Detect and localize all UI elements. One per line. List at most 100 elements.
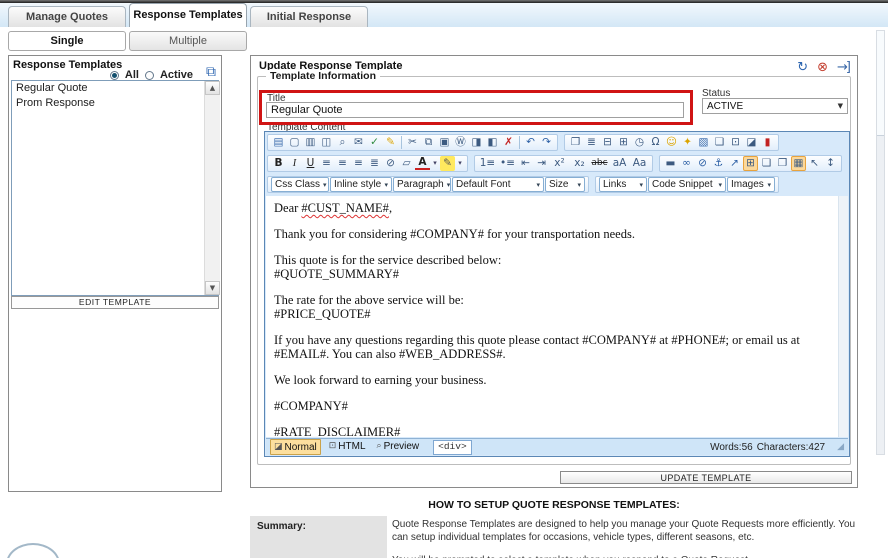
numbered-list-icon[interactable]: 1≡: [478, 156, 497, 171]
undo-icon[interactable]: ↶: [523, 135, 538, 150]
radio-active[interactable]: [144, 70, 154, 80]
editor-content[interactable]: Dear #CUST_NAME#, Thank you for consider…: [266, 196, 848, 437]
bullet-list-icon[interactable]: •≡: [498, 156, 517, 171]
separator[interactable]: [519, 136, 520, 149]
page-break-icon[interactable]: ⊟: [600, 135, 615, 150]
delete-template-icon[interactable]: ⊗: [817, 60, 828, 75]
bold-icon[interactable]: B: [271, 156, 286, 171]
eraser-icon[interactable]: ▱: [399, 156, 414, 171]
uppercase-icon[interactable]: aA: [610, 156, 629, 171]
anchor-icon[interactable]: ⚓: [711, 156, 726, 171]
update-template-button[interactable]: UPDATE TEMPLATE: [560, 471, 852, 484]
print-icon[interactable]: ▥: [303, 135, 318, 150]
lowercase-icon[interactable]: Aa: [630, 156, 649, 171]
align-center-icon[interactable]: ≡: [335, 156, 350, 171]
page-scrollbar-thumb[interactable]: [877, 31, 884, 136]
special-character-icon[interactable]: Ω: [648, 135, 663, 150]
title-input[interactable]: [266, 102, 684, 118]
find-icon[interactable]: ⌕: [335, 135, 350, 150]
remove-format-icon[interactable]: ⊘: [383, 156, 398, 171]
strikethrough-icon[interactable]: abc: [590, 156, 609, 171]
list-item[interactable]: Regular Quote: [12, 81, 218, 96]
scroll-down-icon[interactable]: ▼: [205, 281, 220, 295]
mode-html[interactable]: ⊡ HTML: [326, 439, 369, 453]
template-listbox[interactable]: Regular Quote Prom Response: [11, 80, 219, 296]
font-select[interactable]: Default Font ▾: [452, 177, 544, 192]
layer-icon[interactable]: ❏: [759, 156, 774, 171]
tab-response-templates[interactable]: Response Templates: [129, 3, 247, 27]
select-area-icon[interactable]: ▧: [696, 135, 711, 150]
italic-icon[interactable]: I: [287, 156, 302, 171]
refresh-icon[interactable]: ↻: [797, 60, 808, 75]
emoticon-icon[interactable]: ☺: [664, 135, 679, 150]
insert-template-icon[interactable]: ≣: [584, 135, 599, 150]
code-snippet-select[interactable]: Code Snippet ▾: [648, 177, 726, 192]
paste-text-icon[interactable]: ◧: [485, 135, 500, 150]
duplicate-template-icon[interactable]: ⧉: [206, 64, 216, 80]
insert-table-icon[interactable]: ⊞: [743, 156, 758, 171]
insert-image-icon[interactable]: ⊡: [728, 135, 743, 150]
delete-icon[interactable]: ✗: [501, 135, 516, 150]
stamp-icon[interactable]: ✦: [680, 135, 695, 150]
element-path-tag[interactable]: <div>: [433, 439, 472, 455]
new-document-icon[interactable]: ▢: [287, 135, 302, 150]
inline-style-select[interactable]: Inline style ▾: [330, 177, 392, 192]
mode-preview[interactable]: ⌕ Preview: [374, 439, 423, 453]
print-preview-icon[interactable]: ◫: [319, 135, 334, 150]
show-borders-icon[interactable]: ▦: [791, 156, 806, 171]
subtab-multiple[interactable]: Multiple: [129, 31, 247, 51]
insert-field-icon[interactable]: ⊞: [616, 135, 631, 150]
resize-grip-icon[interactable]: ◢: [837, 442, 844, 452]
style-brush-icon[interactable]: ✎: [383, 135, 398, 150]
radio-all[interactable]: [109, 70, 119, 80]
font-color-dropdown-icon[interactable]: ▾: [431, 156, 439, 171]
css-class-select[interactable]: Css Class ▾: [271, 177, 329, 192]
images-select[interactable]: Images ▾: [727, 177, 775, 192]
save-icon[interactable]: ▤: [271, 135, 286, 150]
highlight-icon[interactable]: ✎: [440, 156, 455, 171]
spellcheck-icon[interactable]: ✓: [367, 135, 382, 150]
unlink-icon[interactable]: ⊘: [695, 156, 710, 171]
paragraph-select[interactable]: Paragraph ▾: [393, 177, 451, 192]
select-cursor-icon[interactable]: ↖: [807, 156, 822, 171]
copy-icon[interactable]: ⧉: [421, 135, 436, 150]
redo-icon[interactable]: ↷: [539, 135, 554, 150]
insert-link-icon[interactable]: ↗: [727, 156, 742, 171]
listbox-scrollbar[interactable]: ▲ ▼: [204, 81, 220, 295]
tab-manage-quotes[interactable]: Manage Quotes: [8, 6, 126, 27]
indent-icon[interactable]: ⇥: [534, 156, 549, 171]
subscript-icon[interactable]: x₂: [570, 156, 589, 171]
status-select[interactable]: ACTIVE ▼: [702, 98, 848, 114]
tab-initial-response[interactable]: Initial Response: [250, 6, 368, 27]
highlight-dropdown-icon[interactable]: ▾: [456, 156, 464, 171]
horizontal-rule-icon[interactable]: ▬: [663, 156, 678, 171]
align-right-icon[interactable]: ≡: [351, 156, 366, 171]
paste-icon[interactable]: ▣: [437, 135, 452, 150]
content-scrollbar[interactable]: [838, 196, 848, 437]
pdf-icon[interactable]: ▮: [760, 135, 775, 150]
size-select[interactable]: Size ▾: [545, 177, 585, 192]
insert-document-icon[interactable]: ❐: [568, 135, 583, 150]
paste-html-icon[interactable]: ◨: [469, 135, 484, 150]
align-justify-icon[interactable]: ≣: [367, 156, 382, 171]
edit-template-button[interactable]: EDIT TEMPLATE: [11, 296, 219, 309]
mode-normal[interactable]: ◪ Normal: [270, 439, 321, 455]
edit-image-icon[interactable]: ◪: [744, 135, 759, 150]
insert-time-icon[interactable]: ◷: [632, 135, 647, 150]
align-left-icon[interactable]: ≡: [319, 156, 334, 171]
new-window-icon[interactable]: ❏: [712, 135, 727, 150]
separator[interactable]: [401, 136, 402, 149]
mail-icon[interactable]: ✉: [351, 135, 366, 150]
superscript-icon[interactable]: x²: [550, 156, 569, 171]
underline-icon[interactable]: U: [303, 156, 318, 171]
scroll-up-icon[interactable]: ▲: [205, 81, 220, 95]
links-select[interactable]: Links ▾: [599, 177, 647, 192]
font-color-icon[interactable]: A: [415, 157, 430, 170]
hyperlink-icon[interactable]: ∞: [679, 156, 694, 171]
caret-browse-icon[interactable]: ↕: [823, 156, 838, 171]
cut-icon[interactable]: ✂: [405, 135, 420, 150]
list-item[interactable]: Prom Response: [12, 96, 218, 111]
subtab-single[interactable]: Single: [8, 31, 126, 51]
page-scrollbar[interactable]: [876, 30, 885, 455]
layer-front-icon[interactable]: ❐: [775, 156, 790, 171]
